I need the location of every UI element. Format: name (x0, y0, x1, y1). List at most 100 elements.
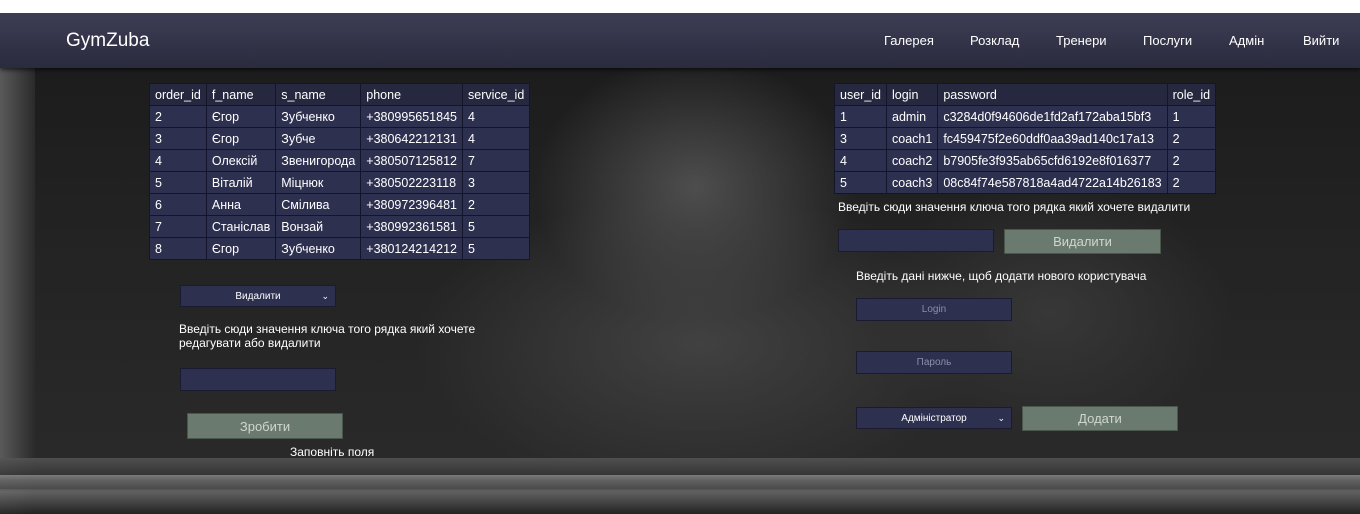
table-cell: Зубченко (275, 237, 362, 260)
table-cell: 4 (149, 149, 207, 172)
column-header: user_id (834, 83, 887, 106)
table-cell: 4 (461, 127, 531, 150)
add-user-instruction: Введіть дані нижче, щоб додати нового ко… (856, 269, 1147, 283)
nav-services[interactable]: Послуги (1143, 33, 1192, 48)
password-input[interactable]: Пароль (856, 351, 1012, 374)
column-header: s_name (275, 83, 362, 106)
table-cell: 7 (461, 149, 531, 172)
table-cell: 2 (149, 105, 207, 128)
table-cell: Станіслав (205, 215, 277, 238)
table-row: 4 Олексій Звенигорода +380507125812 7 (149, 149, 531, 172)
nav-trainers[interactable]: Тренери (1056, 33, 1107, 48)
column-header: f_name (205, 83, 277, 106)
table-row: 8 Єгор Зубченко +380124214212 5 (149, 237, 531, 260)
table-cell: 08c84f74e587818a4ad4722a14b26183 (937, 171, 1168, 194)
table-cell: Єгор (205, 127, 277, 150)
table-cell: 1 (1166, 105, 1217, 128)
table-cell: 3 (834, 127, 887, 150)
table-cell: 4 (461, 105, 531, 128)
delete-key-input[interactable] (838, 229, 994, 252)
login-input[interactable]: Login (856, 298, 1012, 321)
table-cell: +380992361581 (360, 215, 463, 238)
background-bar-rod (0, 475, 1360, 489)
table-cell: c3284d0f94606de1fd2af172aba15bf3 (937, 105, 1168, 128)
table-cell: 1 (834, 105, 887, 128)
table-cell: 5 (149, 171, 207, 194)
delete-button[interactable]: Видалити (1004, 229, 1161, 254)
table-cell: Смілива (275, 193, 362, 216)
table-cell: 5 (461, 237, 531, 260)
table-cell: 6 (149, 193, 207, 216)
table-cell: fc459475f2e60ddf0aa39ad140c17a13 (937, 127, 1168, 150)
table-cell: coach3 (885, 171, 939, 194)
table-cell: 3 (149, 127, 207, 150)
table-row: 5 Віталій Міцнюк +380502223118 3 (149, 171, 531, 194)
table-cell: 2 (1166, 127, 1217, 150)
table-cell: +380507125812 (360, 149, 463, 172)
role-select[interactable]: Адміністратор ⌄ (856, 407, 1012, 429)
submit-button[interactable]: Зробити (187, 413, 343, 439)
table-cell: 3 (461, 171, 531, 194)
column-header: login (885, 83, 939, 106)
table-cell: coach1 (885, 127, 939, 150)
table-row: 6 Анна Смілива +380972396481 2 (149, 193, 531, 216)
role-select-value: Адміністратор (901, 412, 967, 424)
key-input[interactable] (180, 368, 336, 391)
nav-admin[interactable]: Адмін (1229, 33, 1264, 48)
nav-logout[interactable]: Вийти (1303, 33, 1339, 48)
table-cell: 4 (834, 149, 887, 172)
orders-table: order_id f_name s_name phone service_id … (149, 83, 531, 260)
table-row: 1 admin c3284d0f94606de1fd2af172aba15bf3… (834, 105, 1217, 128)
table-cell: 2 (1166, 171, 1217, 194)
users-table: user_id login password role_id 1 admin c… (834, 83, 1217, 194)
table-header-row: user_id login password role_id (834, 83, 1217, 106)
table-cell: 2 (461, 193, 531, 216)
table-cell: Міцнюк (275, 171, 362, 194)
table-cell: Зубченко (275, 105, 362, 128)
action-select[interactable]: Видалити ⌄ (180, 285, 336, 307)
table-row: 4 coach2 b7905fe3f935ab65cfd6192e8f01637… (834, 149, 1217, 172)
table-cell: 5 (834, 171, 887, 194)
column-header: order_id (149, 83, 207, 106)
brand-logo[interactable]: GymZuba (66, 30, 149, 52)
table-row: 3 coach1 fc459475f2e60ddf0aa39ad140c17a1… (834, 127, 1217, 150)
column-header: password (937, 83, 1168, 106)
nav-gallery[interactable]: Галерея (884, 33, 934, 48)
table-cell: Вонзай (275, 215, 362, 238)
action-select-value: Видалити (235, 290, 281, 302)
chevron-down-icon: ⌄ (321, 290, 329, 301)
table-row: 2 Єгор Зубченко +380995651845 4 (149, 105, 531, 128)
table-cell: +380502223118 (360, 171, 463, 194)
fill-fields-hint: Заповніть поля (290, 445, 375, 459)
nav-schedule[interactable]: Розклад (970, 33, 1019, 48)
table-cell: 7 (149, 215, 207, 238)
table-cell: Віталій (205, 171, 277, 194)
column-header: phone (360, 83, 463, 106)
table-cell: +380972396481 (360, 193, 463, 216)
table-cell: Олексій (205, 149, 277, 172)
edit-instruction: Введіть сюди значення ключа того рядка я… (179, 322, 476, 350)
table-cell: 2 (1166, 149, 1217, 172)
table-cell: 8 (149, 237, 207, 260)
table-cell: 5 (461, 215, 531, 238)
table-cell: +380995651845 (360, 105, 463, 128)
chevron-down-icon: ⌄ (997, 412, 1005, 423)
navbar: GymZuba Галерея Розклад Тренери Послуги … (0, 13, 1360, 68)
table-header-row: order_id f_name s_name phone service_id (149, 83, 531, 106)
table-row: 5 coach3 08c84f74e587818a4ad4722a14b2618… (834, 171, 1217, 194)
table-row: 3 Єгор Зубче +380642212131 4 (149, 127, 531, 150)
table-cell: b7905fe3f935ab65cfd6192e8f016377 (937, 149, 1168, 172)
table-cell: +380642212131 (360, 127, 463, 150)
table-cell: admin (885, 105, 939, 128)
background-photo: GymZuba Галерея Розклад Тренери Послуги … (0, 13, 1360, 514)
table-cell: Анна (205, 193, 277, 216)
add-user-button[interactable]: Додати (1022, 406, 1178, 431)
table-cell: Звенигорода (275, 149, 362, 172)
table-cell: Зубче (275, 127, 362, 150)
table-cell: coach2 (885, 149, 939, 172)
table-row: 7 Станіслав Вонзай +380992361581 5 (149, 215, 531, 238)
table-cell: +380124214212 (360, 237, 463, 260)
column-header: role_id (1166, 83, 1217, 106)
background-wall (0, 68, 35, 514)
delete-instruction: Введіть сюди значення ключа того рядка я… (838, 200, 1191, 214)
